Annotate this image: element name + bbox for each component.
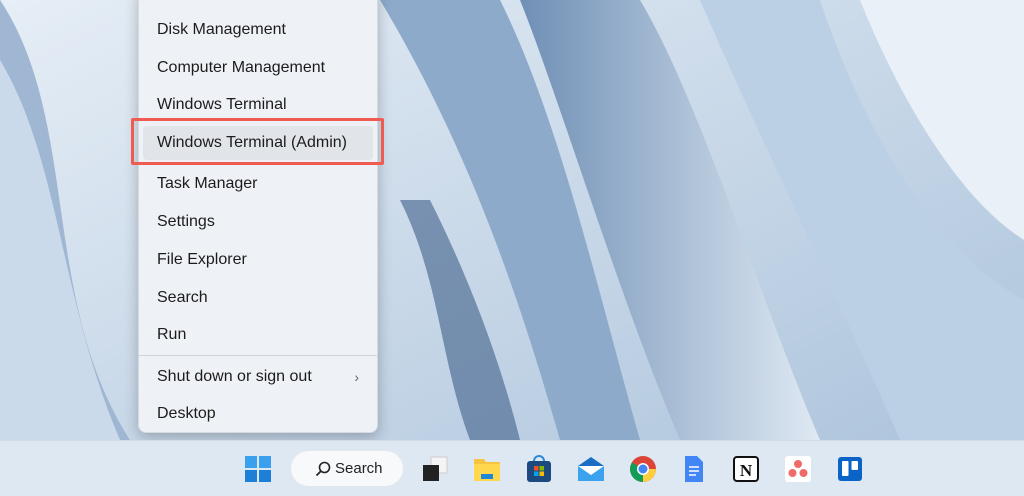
- chrome-icon[interactable]: [629, 455, 657, 483]
- menu-item-windows-terminal[interactable]: Windows Terminal: [143, 88, 373, 122]
- google-docs-icon[interactable]: [680, 455, 708, 483]
- file-explorer-icon[interactable]: [473, 455, 501, 483]
- highlight-annotation-box: [131, 118, 384, 165]
- menu-item-search[interactable]: Search: [143, 281, 373, 315]
- mail-icon[interactable]: [577, 455, 605, 483]
- menu-item-label: Shut down or sign out: [157, 368, 312, 385]
- menu-item-run[interactable]: Run: [143, 318, 373, 352]
- menu-item-settings[interactable]: Settings: [143, 205, 373, 239]
- power-user-context-menu: Disk Management Computer Management Wind…: [138, 0, 378, 433]
- svg-text:N: N: [740, 461, 753, 480]
- asana-icon[interactable]: [784, 455, 812, 483]
- taskbar-search-button[interactable]: Search: [290, 450, 404, 487]
- trello-icon[interactable]: [836, 455, 864, 483]
- notion-icon[interactable]: N: [732, 455, 760, 483]
- search-icon: [315, 461, 331, 477]
- menu-item-desktop[interactable]: Desktop: [143, 397, 373, 431]
- menu-item-task-manager[interactable]: Task Manager: [143, 167, 373, 201]
- menu-divider: [139, 355, 377, 356]
- search-label: Search: [335, 460, 383, 477]
- task-view-icon[interactable]: [421, 455, 449, 483]
- taskbar: Search N: [0, 440, 1024, 496]
- microsoft-store-icon[interactable]: [525, 455, 553, 483]
- chevron-right-icon: ›: [354, 369, 359, 385]
- menu-item-shut-down-or-sign-out[interactable]: Shut down or sign out ›: [143, 360, 373, 394]
- menu-item-disk-management[interactable]: Disk Management: [143, 13, 373, 47]
- windows-start-icon[interactable]: [244, 455, 272, 483]
- menu-item-computer-management[interactable]: Computer Management: [143, 51, 373, 85]
- menu-item-file-explorer[interactable]: File Explorer: [143, 243, 373, 277]
